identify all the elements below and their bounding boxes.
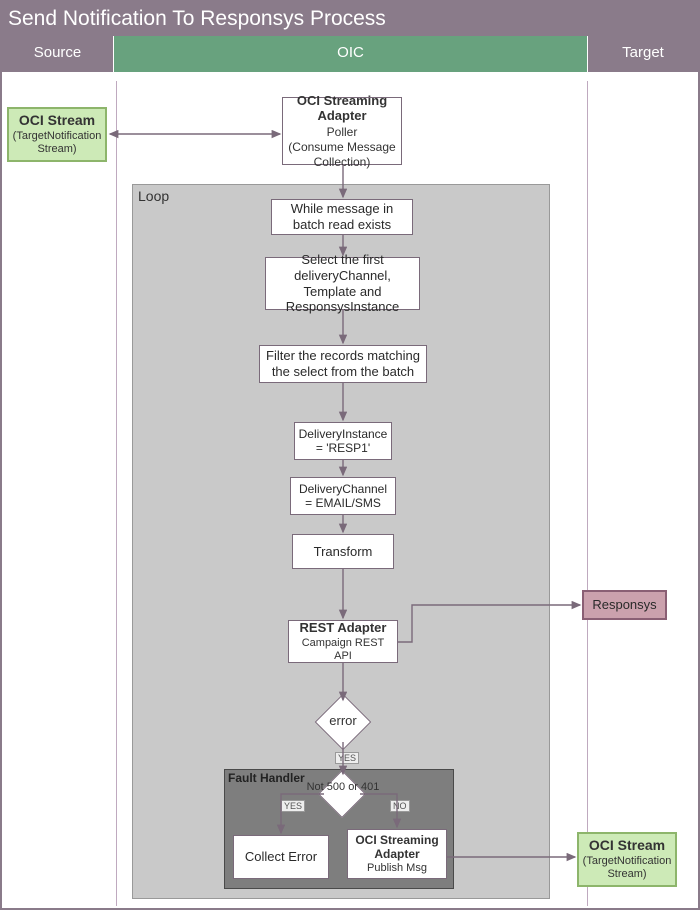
adapter-title: OCI Streaming Adapter	[287, 93, 397, 124]
diagram-canvas: OCI Stream (TargetNotification Stream) O…	[2, 82, 698, 908]
publish-adapter-sub: Publish Msg	[367, 862, 427, 875]
delivery-instance-box: DeliveryInstance = 'RESP1'	[294, 422, 392, 460]
delivery-instance-text: DeliveryInstance = 'RESP1'	[295, 423, 391, 459]
filter-box: Filter the records matching the select f…	[259, 345, 427, 383]
source-oci-stream-box: OCI Stream (TargetNotification Stream)	[7, 107, 107, 162]
diamond-yes-label: YES	[281, 800, 305, 812]
transform-text: Transform	[293, 535, 393, 568]
error-text: error	[298, 713, 388, 728]
select-text: Select the first deliveryChannel, Templa…	[266, 258, 419, 309]
while-box: While message in batch read exists	[271, 199, 413, 235]
loop-label: Loop	[138, 188, 169, 204]
target-stream-box: OCI Stream (TargetNotification Stream)	[577, 832, 677, 887]
collect-error-text: Collect Error	[234, 836, 328, 878]
filter-text: Filter the records matching the select f…	[260, 346, 426, 382]
not500-text: Not 500 or 401	[298, 781, 388, 793]
col-target: Target	[588, 36, 698, 72]
source-stream-title: OCI Stream	[19, 112, 95, 129]
adapter-sub2: (Consume Message Collection)	[287, 140, 397, 169]
transform-box: Transform	[292, 534, 394, 569]
fault-handler-label: Fault Handler	[228, 771, 305, 785]
source-stream-sub: (TargetNotification Stream)	[13, 130, 102, 156]
collect-error-box: Collect Error	[233, 835, 329, 879]
page-title: Send Notification To Responsys Process	[2, 2, 698, 36]
rest-adapter-sub: Campaign REST API	[295, 637, 391, 663]
streaming-adapter-box: OCI Streaming Adapter Poller (Consume Me…	[282, 97, 402, 165]
publish-adapter-title: OCI Streaming Adapter	[352, 833, 442, 862]
while-text: While message in batch read exists	[272, 200, 412, 234]
rest-adapter-title: REST Adapter	[300, 620, 387, 636]
adapter-sub1: Poller	[327, 125, 358, 139]
rest-adapter-box: REST Adapter Campaign REST API	[288, 620, 398, 663]
publish-adapter-box: OCI Streaming Adapter Publish Msg	[347, 829, 447, 879]
col-source: Source	[2, 36, 114, 72]
select-box: Select the first deliveryChannel, Templa…	[265, 257, 420, 310]
delivery-channel-box: DeliveryChannel = EMAIL/SMS	[290, 477, 396, 515]
delivery-channel-text: DeliveryChannel = EMAIL/SMS	[291, 478, 395, 514]
responsys-text: Responsys	[584, 592, 665, 618]
col-oic: OIC	[114, 36, 588, 72]
responsys-box: Responsys	[582, 590, 667, 620]
diamond-no-label: NO	[390, 800, 410, 812]
target-stream-title: OCI Stream	[589, 837, 665, 854]
target-stream-sub: (TargetNotification Stream)	[583, 855, 672, 881]
error-yes-label: YES	[335, 752, 359, 764]
